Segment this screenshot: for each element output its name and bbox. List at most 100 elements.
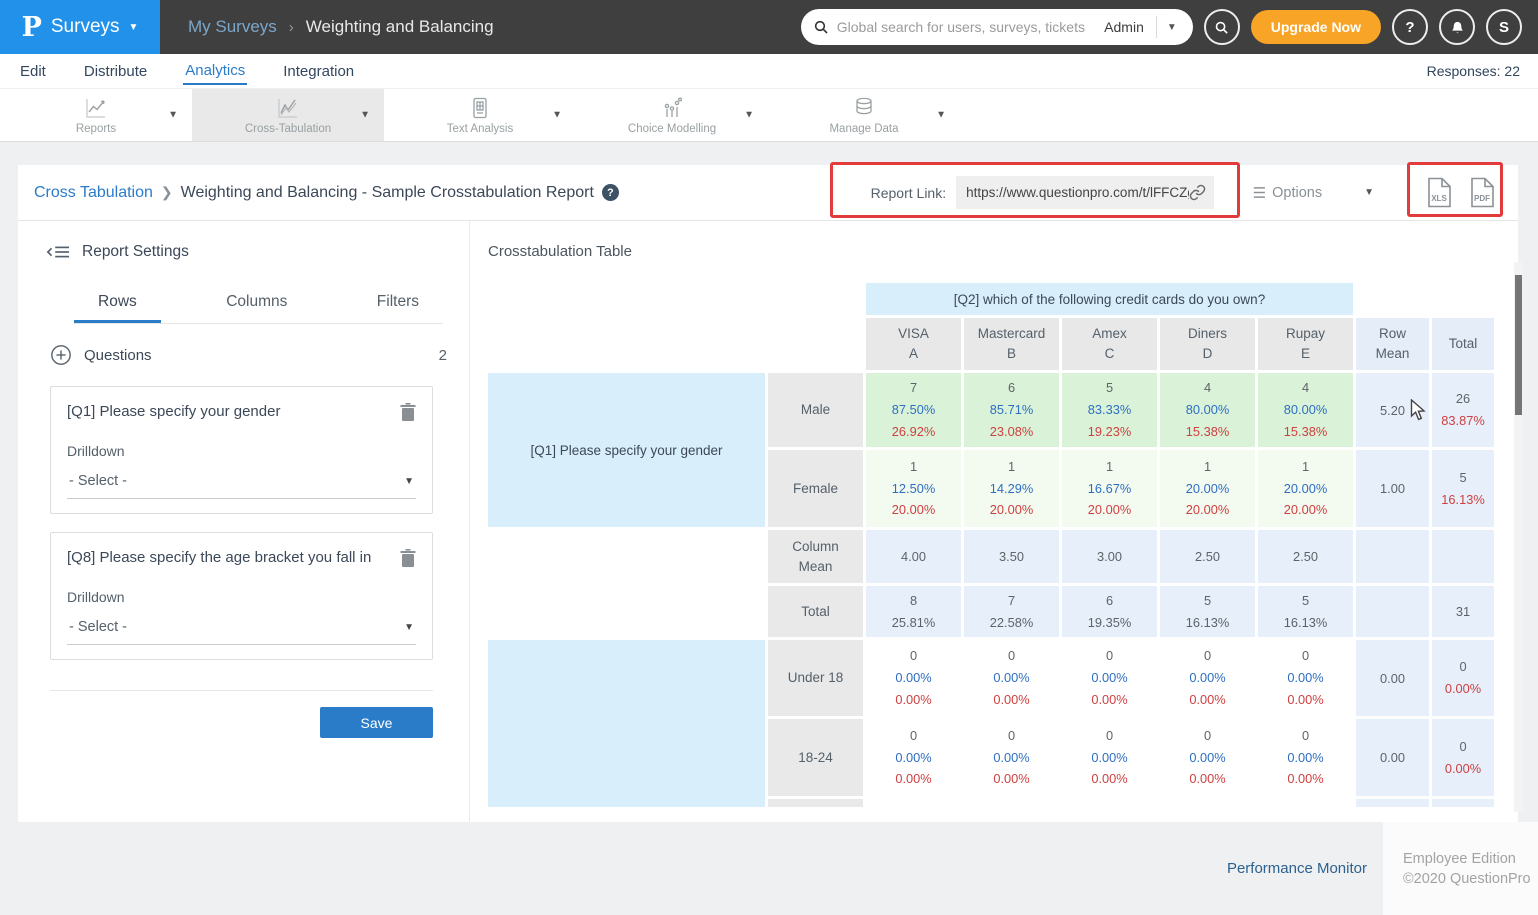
data-cell: 120.00%20.00% <box>1160 450 1255 527</box>
survey-nav: Edit Distribute Analytics Integration Re… <box>0 54 1538 88</box>
row-label: Female <box>768 450 863 527</box>
drilldown-label: Drilldown <box>67 589 416 605</box>
breadcrumb: My Surveys › Weighting and Balancing <box>188 0 494 54</box>
chevron-down-icon: ▼ <box>404 622 414 633</box>
analytics-toolbar: Reports ▼ Cross-Tabulation ▼ Text Analys… <box>0 88 1538 142</box>
cross-tabulation-link[interactable]: Cross Tabulation <box>34 184 153 202</box>
table-scrollbar-track[interactable] <box>1514 262 1523 812</box>
column-header: RupayE <box>1258 318 1353 370</box>
tab-edit[interactable]: Edit <box>18 58 48 84</box>
data-cell <box>964 799 1059 807</box>
line-chart-icon <box>83 96 109 120</box>
data-cell <box>866 799 961 807</box>
report-card: Cross Tabulation ❯ Weighting and Balanci… <box>18 165 1518 822</box>
data-cell: 116.67%20.00% <box>1062 450 1157 527</box>
data-cell <box>1160 799 1255 807</box>
toolbar-item-choice-modelling[interactable]: Choice Modelling ▼ <box>576 89 768 141</box>
add-question-icon[interactable] <box>50 344 72 366</box>
tab-distribute[interactable]: Distribute <box>82 58 149 84</box>
data-cell: 00.00%0.00% <box>1258 640 1353 716</box>
question-card-q8: [Q8] Please specify the age bracket you … <box>50 532 433 660</box>
export-pdf-icon[interactable]: PDF <box>1469 177 1496 208</box>
data-cell: 00.00%0.00% <box>866 719 961 796</box>
tab-columns[interactable]: Columns <box>202 287 311 323</box>
toolbar-item-label: Reports <box>76 123 116 135</box>
total-cell: 516.13% <box>1432 450 1494 527</box>
crosstab-title: Crosstabulation Table <box>488 243 1518 260</box>
toolbar-item-manage-data[interactable]: Manage Data ▼ <box>768 89 960 141</box>
link-icon[interactable] <box>1189 184 1206 201</box>
data-cell <box>1062 799 1157 807</box>
drilldown-value: - Select - <box>69 619 404 635</box>
export-buttons: XLS PDF <box>1426 177 1496 208</box>
export-xls-icon[interactable]: XLS <box>1426 177 1453 208</box>
tab-rows[interactable]: Rows <box>74 287 161 323</box>
toolbar-item-label: Manage Data <box>829 123 898 135</box>
row-mean-header: Row Mean <box>1356 318 1429 370</box>
tab-integration[interactable]: Integration <box>281 58 356 84</box>
search-submit-button[interactable] <box>1204 9 1240 45</box>
drilldown-select-q8[interactable]: - Select - ▼ <box>67 615 416 645</box>
data-cell: 00.00%0.00% <box>1160 719 1255 796</box>
product-switcher[interactable]: P Surveys ▼ <box>0 0 160 54</box>
product-name: Surveys <box>51 16 120 38</box>
search-scope-dropdown[interactable]: ▼ <box>1157 22 1181 33</box>
options-dropdown[interactable]: ▼ <box>1364 187 1374 198</box>
crosstab-area: Crosstabulation Table [Q2] which of the … <box>470 221 1518 822</box>
crosstab-grid: [Q2] which of the following credit cards… <box>488 283 1494 807</box>
row-mean-cell <box>1356 799 1429 807</box>
drilldown-value: - Select - <box>69 473 404 489</box>
upgrade-now-button[interactable]: Upgrade Now <box>1251 10 1381 44</box>
table-scrollbar-thumb[interactable] <box>1515 275 1522 415</box>
delete-question-icon[interactable] <box>400 403 416 421</box>
cross-tabulation-dropdown[interactable]: ▼ <box>360 110 370 121</box>
notifications-button[interactable] <box>1439 9 1475 45</box>
question-title: [Q8] Please specify the age bracket you … <box>67 549 390 566</box>
column-header: MastercardB <box>964 318 1059 370</box>
reports-dropdown[interactable]: ▼ <box>168 110 178 121</box>
toolbar-item-label: Cross-Tabulation <box>245 123 331 135</box>
toolbar-item-cross-tabulation[interactable]: Cross-Tabulation ▼ <box>192 89 384 141</box>
data-cell: 2.50 <box>1258 530 1353 583</box>
data-cell: 00.00%0.00% <box>1062 640 1157 716</box>
save-button[interactable]: Save <box>320 707 433 738</box>
total-cell: 00.00% <box>1432 719 1494 796</box>
row-label: Under 18 <box>768 640 863 716</box>
data-cell <box>1258 799 1353 807</box>
global-search-input[interactable] <box>837 19 1092 35</box>
performance-monitor-link[interactable]: Performance Monitor <box>1227 860 1367 877</box>
delete-question-icon[interactable] <box>400 549 416 567</box>
text-analysis-dropdown[interactable]: ▼ <box>552 110 562 121</box>
report-help-icon[interactable]: ? <box>602 184 619 201</box>
collapse-panel-icon[interactable] <box>46 244 70 260</box>
question-stub-cell <box>488 640 765 807</box>
user-avatar[interactable]: S <box>1486 9 1522 45</box>
drilldown-label: Drilldown <box>67 443 416 459</box>
search-scope-value[interactable]: Admin <box>1092 19 1156 35</box>
choice-modelling-dropdown[interactable]: ▼ <box>744 110 754 121</box>
row-mean-cell: 1.00 <box>1356 450 1429 527</box>
panel-tabs: Rows Columns Filters <box>74 287 443 324</box>
data-cell: 114.29%20.00% <box>964 450 1059 527</box>
report-link-field[interactable]: https://www.questionpro.com/t/lFFCZg <box>956 176 1214 209</box>
options-button[interactable]: Options <box>1250 185 1322 201</box>
data-cell: 3.00 <box>1062 530 1157 583</box>
row-mean-cell: 0.00 <box>1356 719 1429 796</box>
manage-data-dropdown[interactable]: ▼ <box>936 110 946 121</box>
choice-modelling-icon <box>660 96 684 120</box>
tab-analytics[interactable]: Analytics <box>183 57 247 85</box>
data-cell: 685.71%23.08% <box>964 373 1059 447</box>
help-button[interactable]: ? <box>1392 9 1428 45</box>
row-label: Column Mean <box>768 530 863 583</box>
data-cell: 120.00%20.00% <box>1258 450 1353 527</box>
drilldown-select-q1[interactable]: - Select - ▼ <box>67 469 416 499</box>
tab-filters[interactable]: Filters <box>353 287 443 323</box>
toolbar-item-label: Text Analysis <box>447 123 513 135</box>
breadcrumb-my-surveys[interactable]: My Surveys <box>188 17 277 37</box>
chevron-right-icon: › <box>289 19 294 36</box>
toolbar-item-text-analysis[interactable]: Text Analysis ▼ <box>384 89 576 141</box>
top-bar: P Surveys ▼ My Surveys › Weighting and B… <box>0 0 1538 54</box>
toolbar-item-reports[interactable]: Reports ▼ <box>0 89 192 141</box>
chevron-down-icon: ▼ <box>129 22 139 33</box>
data-cell: 619.35% <box>1062 586 1157 637</box>
